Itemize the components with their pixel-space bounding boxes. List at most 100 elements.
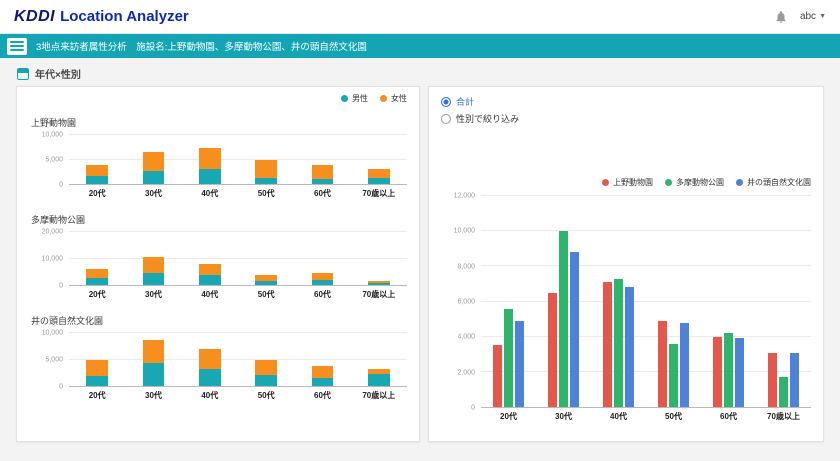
legend-label: 多摩動物公園 — [676, 177, 724, 188]
category-cell — [756, 196, 811, 407]
stacked-bar — [312, 232, 333, 285]
bar-segment-女性 — [86, 360, 107, 377]
stacked-bar-chart-ueno: 05,00010,00020代30代40代50代60代70歳以上 — [29, 135, 407, 199]
bar-上野動物園 — [713, 337, 722, 407]
x-tick-label: 40代 — [182, 286, 238, 300]
category-cell — [238, 135, 294, 184]
bar-井の頭自然文化園 — [515, 321, 524, 407]
notification-bell-icon[interactable] — [774, 10, 788, 24]
facility-legend: 上野動物園 多摩動物公園 井の頭自然文化園 — [441, 177, 811, 188]
legend-label: 井の頭自然文化園 — [747, 177, 811, 188]
x-tick-label: 50代 — [646, 408, 701, 422]
legend-dot-icon — [665, 179, 672, 186]
bar-segment-女性 — [143, 257, 164, 273]
legend-item[interactable]: 男性 — [341, 93, 368, 104]
category-cell — [536, 196, 591, 407]
bar-segment-男性 — [312, 179, 333, 184]
x-tick-label: 70歳以上 — [351, 387, 407, 401]
logo-kddi: KDDI — [14, 8, 55, 26]
y-axis: 010,00020,000 — [29, 232, 69, 286]
bar-segment-男性 — [143, 273, 164, 285]
bar-segment-男性 — [143, 363, 164, 386]
bar-多摩動物公園 — [669, 344, 678, 407]
bar-多摩動物公園 — [724, 333, 733, 407]
x-tick-label: 50代 — [238, 185, 294, 199]
stacked-bar — [86, 333, 107, 386]
legend-item[interactable]: 多摩動物公園 — [665, 177, 724, 188]
stacked-bar — [86, 135, 107, 184]
category-cell — [125, 333, 181, 386]
bar-segment-男性 — [86, 278, 107, 285]
bar-segment-男性 — [86, 176, 107, 184]
bar-segment-男性 — [368, 178, 389, 184]
bar-segment-女性 — [312, 165, 333, 179]
chevron-down-icon: ▼ — [819, 13, 826, 20]
bar-多摩動物公園 — [559, 231, 568, 407]
display-mode-radio-group: 合計性別で絞り込み — [441, 95, 811, 125]
chart-title-tama: 多摩動物公園 — [31, 213, 407, 226]
radio-option-0[interactable]: 合計 — [441, 95, 474, 108]
bar-segment-男性 — [199, 275, 220, 285]
category-cell — [69, 333, 125, 386]
y-tick-label: 6,000 — [457, 299, 475, 306]
stacked-bar — [199, 232, 220, 285]
chart-block-tama: 多摩動物公園 010,00020,00020代30代40代50代60代70歳以上 — [29, 213, 407, 300]
y-tick-label: 10,000 — [42, 330, 63, 337]
category-cell — [69, 232, 125, 285]
bar-segment-女性 — [255, 360, 276, 376]
x-tick-label: 30代 — [536, 408, 591, 422]
chart-block-inokashira: 井の頭自然文化園 05,00010,00020代30代40代50代60代70歳以… — [29, 314, 407, 401]
stacked-bar — [143, 135, 164, 184]
legend-dot-icon — [736, 179, 743, 186]
category-cell — [294, 232, 350, 285]
bar-segment-女性 — [199, 349, 220, 369]
x-tick-label: 30代 — [125, 185, 181, 199]
legend-item[interactable]: 女性 — [380, 93, 407, 104]
hamburger-menu-button[interactable] — [7, 38, 27, 55]
radio-label: 合計 — [456, 95, 474, 108]
stacked-bar — [312, 333, 333, 386]
stacked-bar — [255, 333, 276, 386]
y-tick-label: 10,000 — [42, 256, 63, 263]
user-menu[interactable]: abc ▼ — [800, 11, 826, 22]
legend-dot-icon — [602, 179, 609, 186]
legend-label: 男性 — [352, 93, 368, 104]
gender-age-panel: 男性女性 上野動物園 05,00010,00020代30代40代50代60代70… — [16, 86, 420, 442]
chart-title-inokashira: 井の頭自然文化園 — [31, 314, 407, 327]
y-axis: 05,00010,000 — [29, 333, 69, 387]
bar-上野動物園 — [548, 293, 557, 407]
y-tick-label: 10,000 — [42, 132, 63, 139]
legend-label: 上野動物園 — [613, 177, 653, 188]
stacked-bar — [312, 135, 333, 184]
bar-segment-男性 — [199, 169, 220, 184]
x-tick-label: 60代 — [294, 286, 350, 300]
radio-option-1[interactable]: 性別で絞り込み — [441, 112, 519, 125]
x-tick-label: 30代 — [125, 387, 181, 401]
chart-title-ueno: 上野動物園 — [31, 116, 407, 129]
bar-segment-男性 — [199, 369, 220, 386]
plot-area — [69, 232, 407, 286]
bar-segment-女性 — [143, 340, 164, 363]
bar-多摩動物公園 — [504, 309, 513, 407]
category-cell — [238, 333, 294, 386]
legend-dot-icon — [341, 95, 348, 102]
bar-segment-男性 — [312, 378, 333, 386]
bar-segment-男性 — [255, 375, 276, 386]
stacked-bar — [143, 232, 164, 285]
legend-item[interactable]: 上野動物園 — [602, 177, 653, 188]
stacked-bar — [143, 333, 164, 386]
x-tick-label: 40代 — [591, 408, 646, 422]
bar-segment-女性 — [143, 152, 164, 172]
bar-上野動物園 — [658, 321, 667, 407]
app-logo[interactable]: KDDI Location Analyzer — [14, 8, 189, 26]
y-tick-label: 10,000 — [454, 228, 475, 235]
x-axis-labels: 20代30代40代50代60代70歳以上 — [69, 286, 407, 300]
y-tick-label: 0 — [471, 405, 475, 412]
bar-segment-女性 — [199, 148, 220, 169]
stacked-bar — [368, 232, 389, 285]
x-tick-label: 50代 — [238, 387, 294, 401]
legend-item[interactable]: 井の頭自然文化園 — [736, 177, 811, 188]
category-cell — [351, 135, 407, 184]
stacked-bar — [86, 232, 107, 285]
category-cell — [591, 196, 646, 407]
